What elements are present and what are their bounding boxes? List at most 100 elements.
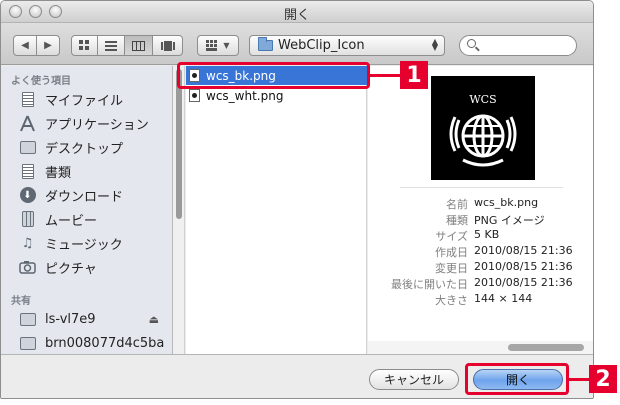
sidebar-item-music[interactable]: ♫ ミュージック	[19, 232, 169, 254]
icon-view-icon	[79, 40, 89, 50]
icon-view-button[interactable]	[71, 35, 98, 56]
arrange-grid-icon	[206, 40, 218, 51]
sidebar-item-label: デスクトップ	[45, 141, 124, 157]
search-input[interactable]	[482, 38, 570, 53]
sidebar-scrollbar[interactable]	[173, 66, 185, 354]
scrollbar-thumb[interactable]	[508, 344, 584, 351]
info-row-size: サイズ 5 KB	[368, 228, 593, 244]
open-dialog: 開く ◀ ▶ ▼ WebClip_Icon ▲ ▼ よく使う項目 マイファイル …	[0, 0, 594, 399]
folder-icon	[258, 37, 273, 51]
documents-icon	[19, 163, 36, 180]
info-value: 2010/08/15 21:36	[474, 244, 573, 257]
info-row-last-opened: 最後に開いた日 2010/08/15 21:36	[368, 276, 593, 292]
cancel-button[interactable]: キャンセル	[369, 369, 459, 390]
preview-thumbnail: WCS	[431, 76, 535, 180]
applications-icon	[19, 115, 36, 132]
search-icon	[467, 39, 476, 48]
forward-button[interactable]: ▶	[36, 35, 60, 56]
callout-badge-2: 2	[589, 365, 617, 393]
file-name: wcs_wht.png	[206, 88, 284, 103]
updown-chevron-icon: ▲ ▼	[431, 37, 438, 52]
network-computer-icon	[19, 311, 36, 328]
forward-arrow-icon: ▶	[44, 40, 52, 51]
sidebar-item-label: ls-vl7e9	[45, 311, 96, 327]
desktop-icon	[19, 139, 36, 156]
sidebar-item-label: brn008077d4c5ba	[45, 335, 165, 351]
callout-highlight-selected-file	[177, 62, 370, 89]
sidebar-item-shared-ls-vl7e9[interactable]: ls-vl7e9 ⏏	[19, 308, 169, 330]
sidebar-item-documents[interactable]: 書類	[19, 160, 169, 182]
info-value: wcs_bk.png	[474, 196, 539, 209]
sidebar-item-movies[interactable]: ムービー	[19, 208, 169, 230]
coverflow-view-icon	[160, 40, 175, 51]
info-key: 最後に開いた日	[391, 278, 468, 291]
sidebar-item-downloads[interactable]: ⬇ ダウンロード	[19, 184, 169, 206]
coverflow-view-button[interactable]	[152, 35, 183, 56]
info-key: 大きさ	[435, 294, 468, 307]
callout-badge-1: 1	[400, 61, 428, 89]
downloads-icon: ⬇	[19, 187, 36, 204]
wcs-logo-icon: WCS	[431, 76, 535, 180]
info-row-created: 作成日 2010/08/15 21:36	[368, 244, 593, 260]
list-view-icon	[105, 40, 117, 51]
callout-leader-line	[370, 74, 400, 77]
scrollbar-thumb[interactable]	[176, 69, 182, 219]
sidebar-heading-favorites: よく使う項目	[11, 76, 71, 87]
info-key: サイズ	[435, 230, 468, 243]
info-value: 5 KB	[474, 228, 500, 241]
info-value: 2010/08/15 21:36	[474, 276, 573, 289]
info-key: 作成日	[435, 246, 468, 259]
column-view-button[interactable]	[124, 35, 153, 56]
sidebar-item-label: アプリケーション	[45, 117, 149, 133]
arrange-button[interactable]: ▼	[197, 35, 239, 56]
sidebar-item-label: ダウンロード	[45, 189, 124, 205]
column-view-icon	[132, 40, 145, 51]
pictures-icon	[19, 259, 36, 276]
info-row-kind: 種類 PNG イメージ	[368, 212, 593, 228]
info-value: 2010/08/15 21:36	[474, 260, 573, 273]
info-key: 名前	[446, 198, 468, 211]
title-bar: 開く	[1, 1, 593, 23]
info-row-modified: 変更日 2010/08/15 21:36	[368, 260, 593, 276]
back-arrow-icon: ◀	[21, 40, 29, 51]
music-icon: ♫	[21, 235, 34, 251]
path-popup[interactable]: WebClip_Icon ▲ ▼	[249, 35, 445, 56]
path-popup-label: WebClip_Icon	[278, 38, 365, 53]
sidebar-item-applications[interactable]: アプリケーション	[19, 112, 169, 134]
horizontal-scrollbar[interactable]	[368, 341, 593, 354]
info-key: 種類	[446, 214, 468, 227]
preview-pane: WCS 名前 wcs_bk.png 種類 PNG イメージ サイズ 5 KB 作…	[368, 66, 593, 354]
search-field[interactable]	[459, 35, 577, 56]
file-column: wcs_bk.png wcs_wht.png ||	[186, 66, 374, 397]
sidebar: よく使う項目 マイファイル アプリケーション デスクトップ 書類 ⬇ ダウンロー…	[1, 66, 173, 354]
movies-icon	[19, 211, 36, 228]
sidebar-heading-shared: 共有	[11, 296, 31, 307]
toolbar: ◀ ▶ ▼ WebClip_Icon ▲ ▼	[1, 23, 593, 65]
list-view-button[interactable]	[97, 35, 125, 56]
sidebar-item-desktop[interactable]: デスクトップ	[19, 136, 169, 158]
sidebar-item-label: ミュージック	[45, 237, 123, 253]
window-title: 開く	[283, 8, 310, 23]
info-row-name: 名前 wcs_bk.png	[368, 196, 593, 212]
info-key: 変更日	[435, 262, 468, 275]
divider	[400, 187, 563, 188]
sidebar-item-label: ムービー	[45, 213, 98, 229]
sidebar-item-all-files[interactable]: マイファイル	[19, 88, 169, 110]
sidebar-item-label: マイファイル	[45, 93, 124, 109]
info-value: 144 × 144	[474, 292, 533, 305]
sidebar-item-shared-brn008077d4c5ba[interactable]: brn008077d4c5ba	[19, 332, 169, 354]
png-file-icon	[189, 89, 200, 102]
callout-leader-line	[569, 378, 589, 381]
sidebar-item-label: ピクチャ	[45, 261, 97, 277]
all-files-icon	[19, 91, 36, 108]
sidebar-item-label: 書類	[45, 165, 72, 181]
eject-icon[interactable]: ⏏	[149, 313, 159, 326]
info-value: PNG イメージ	[474, 214, 545, 227]
network-computer-icon	[19, 335, 36, 352]
info-row-dimensions: 大きさ 144 × 144	[368, 292, 593, 308]
chevron-down-icon: ▼	[223, 41, 230, 50]
svg-text:WCS: WCS	[469, 93, 496, 106]
callout-highlight-open-button	[465, 363, 569, 395]
sidebar-item-pictures[interactable]: ピクチャ	[19, 256, 169, 278]
back-button[interactable]: ◀	[13, 35, 37, 56]
